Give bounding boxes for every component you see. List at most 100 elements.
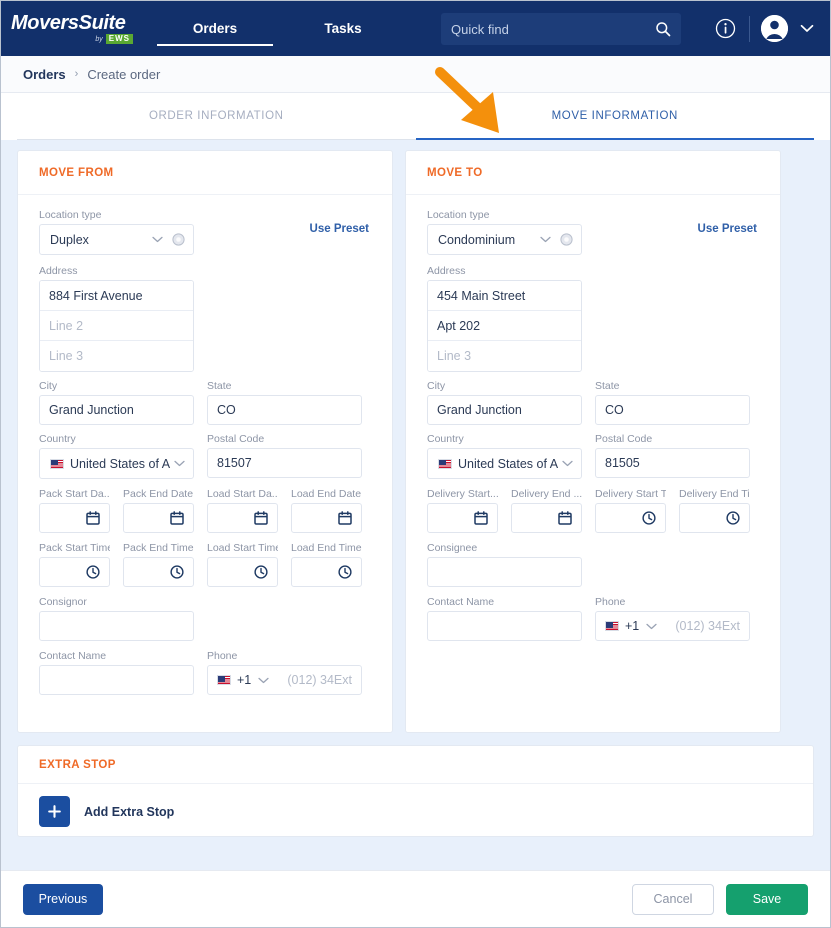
clock-icon[interactable]: [170, 565, 184, 579]
move-to-location-row: Location type Condominium: [427, 209, 759, 255]
calendar-icon[interactable]: [86, 511, 100, 525]
move-from-contact-input[interactable]: [39, 665, 194, 695]
move-from-load-end-date-input[interactable]: [291, 503, 362, 533]
cancel-button[interactable]: Cancel: [632, 884, 714, 915]
move-from-location-type-select[interactable]: Duplex: [39, 224, 194, 255]
move-to-postal-input[interactable]: 81505: [595, 448, 750, 478]
move-to-delivery-end-date-input[interactable]: [511, 503, 582, 533]
move-from-address-line2[interactable]: Line 2: [40, 311, 193, 341]
move-to-city-input[interactable]: Grand Junction: [427, 395, 582, 425]
move-from-date-row: Pack Start Da.. Pack: [39, 488, 371, 533]
clear-selection-icon[interactable]: [560, 233, 573, 246]
info-button[interactable]: [705, 1, 745, 56]
move-from-load-end-time-input[interactable]: [291, 557, 362, 587]
chevron-down-icon[interactable]: [646, 623, 657, 630]
move-to-use-preset-link[interactable]: Use Preset: [698, 223, 757, 235]
move-to-delivery-end-time-input[interactable]: [679, 503, 750, 533]
move-to-address-line2[interactable]: Apt 202: [428, 311, 581, 341]
move-to-state-input[interactable]: CO: [595, 395, 750, 425]
calendar-icon[interactable]: [170, 511, 184, 525]
quick-find-search[interactable]: Quick find: [441, 13, 681, 45]
move-from-city-input[interactable]: Grand Junction: [39, 395, 194, 425]
account-button[interactable]: [754, 1, 794, 56]
save-button[interactable]: Save: [726, 884, 808, 915]
clear-selection-icon[interactable]: [172, 233, 185, 246]
calendar-icon[interactable]: [254, 511, 268, 525]
move-from-pack-end-date-input[interactable]: [123, 503, 194, 533]
account-menu-toggle[interactable]: [794, 1, 820, 56]
nav-item-tasks[interactable]: Tasks: [279, 1, 407, 56]
move-from-load-start-time-group: Load Start Time: [207, 542, 278, 587]
move-from-state-input[interactable]: CO: [207, 395, 362, 425]
move-from-load-start-date-group: Load Start Da..: [207, 488, 278, 533]
move-from-load-start-date-input[interactable]: [207, 503, 278, 533]
move-from-pack-end-time-input[interactable]: [123, 557, 194, 587]
move-from-state-label: State: [207, 380, 362, 392]
move-from-pack-start-date-group: Pack Start Da..: [39, 488, 110, 533]
move-from-consignor-group: Consignor: [39, 596, 371, 641]
chevron-down-icon[interactable]: [540, 236, 551, 243]
move-from-phone-code: +1: [237, 673, 251, 687]
move-to-country-value: United States of A: [458, 457, 562, 471]
previous-button[interactable]: Previous: [23, 884, 103, 915]
avatar[interactable]: [761, 15, 788, 42]
info-circle-icon[interactable]: [715, 18, 736, 39]
move-to-delivery-start-date-input[interactable]: [427, 503, 498, 533]
move-to-delivery-end-date-label: Delivery End ...: [511, 488, 582, 500]
move-to-consignee-input[interactable]: [427, 557, 582, 587]
move-from-phone-input[interactable]: +1 (012) 34Ext: [207, 665, 362, 695]
move-to-location-type-select[interactable]: Condominium: [427, 224, 582, 255]
move-to-address-line3[interactable]: Line 3: [428, 341, 581, 371]
clock-icon[interactable]: [726, 511, 740, 525]
tab-move-information[interactable]: MOVE INFORMATION: [416, 93, 815, 139]
breadcrumb-current: Create order: [87, 67, 160, 82]
move-from-pack-end-time-group: Pack End Time: [123, 542, 194, 587]
clock-icon[interactable]: [642, 511, 656, 525]
move-from-body: Location type Duplex: [18, 195, 392, 695]
us-flag-icon: [605, 621, 619, 631]
move-from-location-type-group: Location type Duplex: [39, 209, 194, 255]
move-from-use-preset-link[interactable]: Use Preset: [310, 223, 369, 235]
move-from-pack-start-date-label: Pack Start Da..: [39, 488, 110, 500]
move-from-postal-input[interactable]: 81507: [207, 448, 362, 478]
chevron-down-icon[interactable]: [800, 24, 814, 33]
move-to-delivery-start-time-input[interactable]: [595, 503, 666, 533]
move-to-phone-input[interactable]: +1 (012) 34Ext: [595, 611, 750, 641]
search-icon[interactable]: [655, 21, 671, 37]
breadcrumb: Orders › Create order: [1, 56, 830, 93]
chevron-down-icon[interactable]: [258, 677, 269, 684]
calendar-icon[interactable]: [558, 511, 572, 525]
move-panels: MOVE FROM Location type Duplex: [17, 150, 814, 733]
move-to-title: MOVE TO: [427, 167, 483, 179]
add-extra-stop-label[interactable]: Add Extra Stop: [84, 805, 174, 819]
breadcrumb-orders[interactable]: Orders: [23, 67, 66, 82]
clock-icon[interactable]: [338, 565, 352, 579]
tab-order-information[interactable]: ORDER INFORMATION: [17, 93, 416, 139]
move-from-pack-start-date-input[interactable]: [39, 503, 110, 533]
move-from-pack-start-time-input[interactable]: [39, 557, 110, 587]
move-from-country-select[interactable]: United States of A: [39, 448, 194, 479]
move-from-address-label: Address: [39, 265, 371, 277]
chevron-down-icon[interactable]: [174, 460, 185, 467]
move-to-address-line1[interactable]: 454 Main Street: [428, 281, 581, 311]
move-from-city-state-row: City Grand Junction State CO: [39, 380, 371, 425]
move-to-country-select[interactable]: United States of A: [427, 448, 582, 479]
clock-icon[interactable]: [254, 565, 268, 579]
logo-by-text: by: [95, 36, 102, 43]
tab-order-information-label: ORDER INFORMATION: [149, 110, 284, 122]
move-from-load-start-time-input[interactable]: [207, 557, 278, 587]
chevron-down-icon[interactable]: [562, 460, 573, 467]
nav-item-orders[interactable]: Orders: [151, 1, 279, 56]
calendar-icon[interactable]: [338, 511, 352, 525]
move-to-contact-input[interactable]: [427, 611, 582, 641]
app-logo[interactable]: MoversSuite by EWS: [1, 13, 137, 44]
clock-icon[interactable]: [86, 565, 100, 579]
move-from-pack-end-date-group: Pack End Date: [123, 488, 194, 533]
user-avatar-icon: [761, 15, 788, 42]
move-from-address-line1[interactable]: 884 First Avenue: [40, 281, 193, 311]
chevron-down-icon[interactable]: [152, 236, 163, 243]
move-from-address-line3[interactable]: Line 3: [40, 341, 193, 371]
add-extra-stop-button[interactable]: [39, 796, 70, 827]
calendar-icon[interactable]: [474, 511, 488, 525]
move-from-consignor-input[interactable]: [39, 611, 194, 641]
